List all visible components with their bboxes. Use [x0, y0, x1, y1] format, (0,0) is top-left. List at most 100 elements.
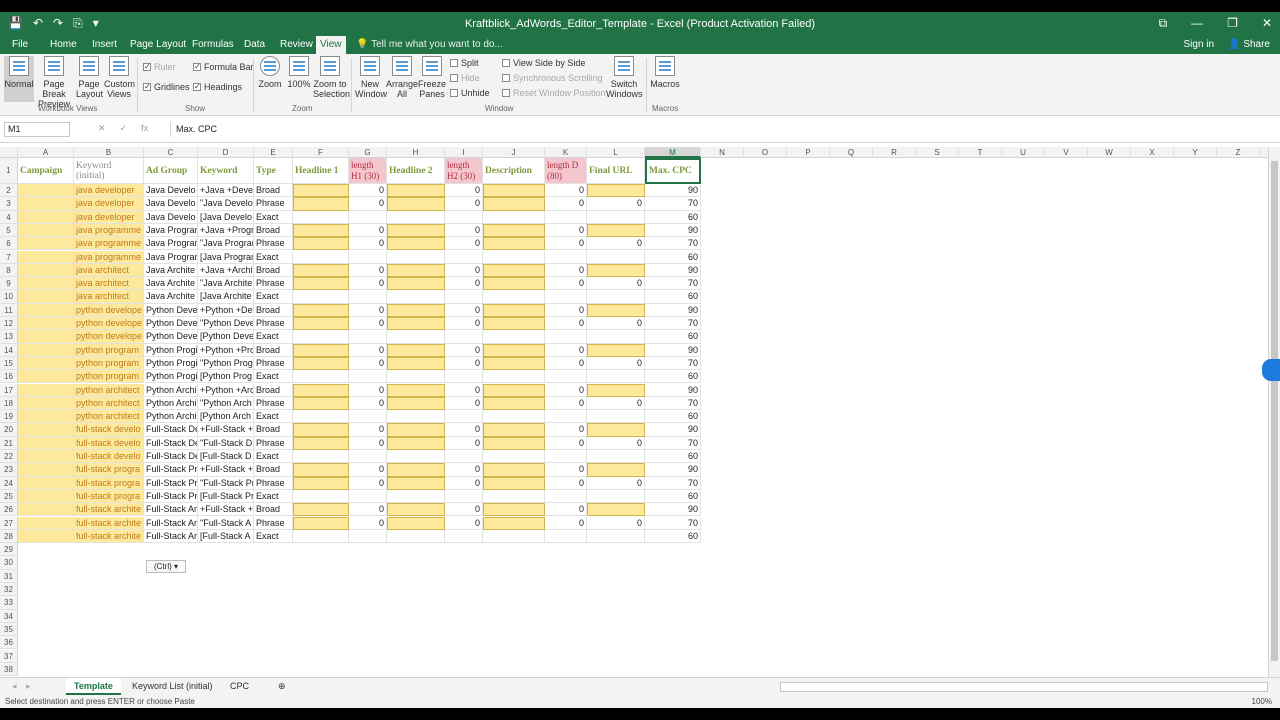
headline1-cell[interactable]	[293, 396, 349, 411]
final-url-cell[interactable]	[587, 489, 645, 504]
campaign-cell[interactable]	[18, 317, 74, 331]
header-cell-g[interactable]: length H1 (30)	[349, 158, 387, 184]
hide-button[interactable]: Hide	[450, 73, 480, 83]
row-header[interactable]: 29	[0, 543, 18, 557]
keyword-initial-cell[interactable]: java architect	[74, 263, 144, 278]
max-cpc-cell[interactable]: 70	[645, 436, 701, 450]
length-h1-cell[interactable]: 0	[349, 396, 387, 411]
column-header-h[interactable]: H	[387, 147, 445, 158]
length-d-cell[interactable]: 0	[545, 516, 587, 530]
max-cpc-cell[interactable]: 90	[645, 184, 701, 198]
row-header[interactable]: 8	[0, 263, 18, 278]
keyword-initial-cell[interactable]: java developer	[74, 184, 144, 198]
headline2-cell[interactable]	[387, 529, 445, 544]
headline2-cell[interactable]	[387, 516, 445, 530]
campaign-cell[interactable]	[18, 330, 74, 344]
campaign-cell[interactable]	[18, 503, 74, 517]
headline2-cell[interactable]	[387, 476, 445, 490]
name-box[interactable]: M1	[4, 122, 70, 137]
keyword-initial-cell[interactable]: full-stack develo	[74, 423, 144, 437]
headline1-cell[interactable]	[293, 330, 349, 344]
length-h1-cell[interactable]: 0	[349, 263, 387, 278]
ad-group-cell[interactable]: Python Archi	[144, 410, 198, 424]
keyword-initial-cell[interactable]: python architect	[74, 383, 144, 397]
final-url-cell[interactable]	[587, 263, 645, 278]
description-cell[interactable]	[483, 450, 545, 464]
length-h2-cell[interactable]	[445, 370, 483, 384]
length-h2-cell[interactable]: 0	[445, 503, 483, 517]
headline1-cell[interactable]	[293, 410, 349, 424]
row-header[interactable]: 37	[0, 649, 18, 663]
final-url-cell[interactable]	[587, 410, 645, 424]
normal-view-button[interactable]: Normal	[4, 56, 34, 102]
view-side-by-side-button[interactable]: View Side by Side	[502, 58, 585, 68]
max-cpc-cell[interactable]: 90	[645, 383, 701, 397]
ad-group-cell[interactable]: Java Progran	[144, 237, 198, 251]
ad-group-cell[interactable]: Full-Stack Ar	[144, 529, 198, 544]
headline2-cell[interactable]	[387, 197, 445, 211]
vertical-scrollbar[interactable]	[1268, 147, 1280, 677]
length-h2-cell[interactable]: 0	[445, 303, 483, 317]
column-header-m[interactable]: M	[645, 147, 701, 158]
campaign-cell[interactable]	[18, 197, 74, 211]
row-header[interactable]: 18	[0, 396, 18, 411]
row-header[interactable]: 21	[0, 436, 18, 450]
worksheet-grid[interactable]: ABCDEFGHIJKLMNOPQRSTUVWXYZ 1 2 3 4 5 6 7 8 9 10 11…	[0, 147, 1268, 677]
length-h2-cell[interactable]: 0	[445, 197, 483, 211]
new-window-button[interactable]: New Window	[355, 56, 387, 102]
length-h2-cell[interactable]: 0	[445, 237, 483, 251]
final-url-cell[interactable]	[587, 343, 645, 357]
final-url-cell[interactable]	[587, 250, 645, 264]
headings-checkbox[interactable]: ✓ Headings	[193, 82, 242, 92]
ad-group-cell[interactable]: Java Archite	[144, 277, 198, 291]
keyword-initial-cell[interactable]: full-stack progra	[74, 489, 144, 504]
campaign-cell[interactable]	[18, 343, 74, 357]
column-header-s[interactable]: S	[916, 147, 959, 158]
length-h1-cell[interactable]: 0	[349, 356, 387, 371]
final-url-cell[interactable]: 0	[587, 396, 645, 411]
length-h2-cell[interactable]: 0	[445, 356, 483, 371]
length-d-cell[interactable]	[545, 410, 587, 424]
zoom-button[interactable]: Zoom	[257, 56, 283, 102]
length-d-cell[interactable]	[545, 489, 587, 504]
row-header[interactable]: 32	[0, 583, 18, 597]
campaign-cell[interactable]	[18, 450, 74, 464]
headline1-cell[interactable]	[293, 489, 349, 504]
length-h2-cell[interactable]: 0	[445, 463, 483, 477]
max-cpc-cell[interactable]: 60	[645, 529, 701, 544]
final-url-cell[interactable]: 0	[587, 237, 645, 251]
ad-group-cell[interactable]: Python Deve	[144, 317, 198, 331]
ad-group-cell[interactable]: Python Deve	[144, 303, 198, 317]
window-control-icon[interactable]: ⧉	[1159, 16, 1168, 31]
ad-group-cell[interactable]: Python Deve	[144, 330, 198, 344]
length-d-cell[interactable]: 0	[545, 263, 587, 278]
tab-formulas[interactable]: Formulas	[188, 36, 238, 54]
max-cpc-cell[interactable]: 70	[645, 237, 701, 251]
final-url-cell[interactable]: 0	[587, 436, 645, 450]
length-d-cell[interactable]: 0	[545, 383, 587, 397]
headline2-cell[interactable]	[387, 489, 445, 504]
keyword-cell[interactable]: +Java +Archit	[198, 263, 254, 278]
column-header-d[interactable]: D	[198, 147, 254, 158]
length-d-cell[interactable]	[545, 210, 587, 224]
row-header[interactable]: 25	[0, 489, 18, 504]
campaign-cell[interactable]	[18, 476, 74, 490]
description-cell[interactable]	[483, 277, 545, 291]
ad-group-cell[interactable]: Python Archi	[144, 396, 198, 411]
headline2-cell[interactable]	[387, 277, 445, 291]
length-d-cell[interactable]: 0	[545, 356, 587, 371]
column-header-f[interactable]: F	[293, 147, 349, 158]
headline2-cell[interactable]	[387, 356, 445, 371]
synchronous-scrolling-button[interactable]: Synchronous Scrolling	[502, 73, 603, 83]
headline2-cell[interactable]	[387, 463, 445, 477]
column-header-e[interactable]: E	[254, 147, 293, 158]
length-d-cell[interactable]	[545, 450, 587, 464]
tab-page-layout[interactable]: Page Layout	[126, 36, 190, 54]
campaign-cell[interactable]	[18, 463, 74, 477]
headline2-cell[interactable]	[387, 396, 445, 411]
zoom-level[interactable]: 100%	[1252, 696, 1272, 708]
column-header-r[interactable]: R	[873, 147, 916, 158]
match-type-cell[interactable]: Phrase	[254, 516, 293, 530]
macros-button[interactable]: Macros	[650, 56, 680, 102]
column-header-k[interactable]: K	[545, 147, 587, 158]
